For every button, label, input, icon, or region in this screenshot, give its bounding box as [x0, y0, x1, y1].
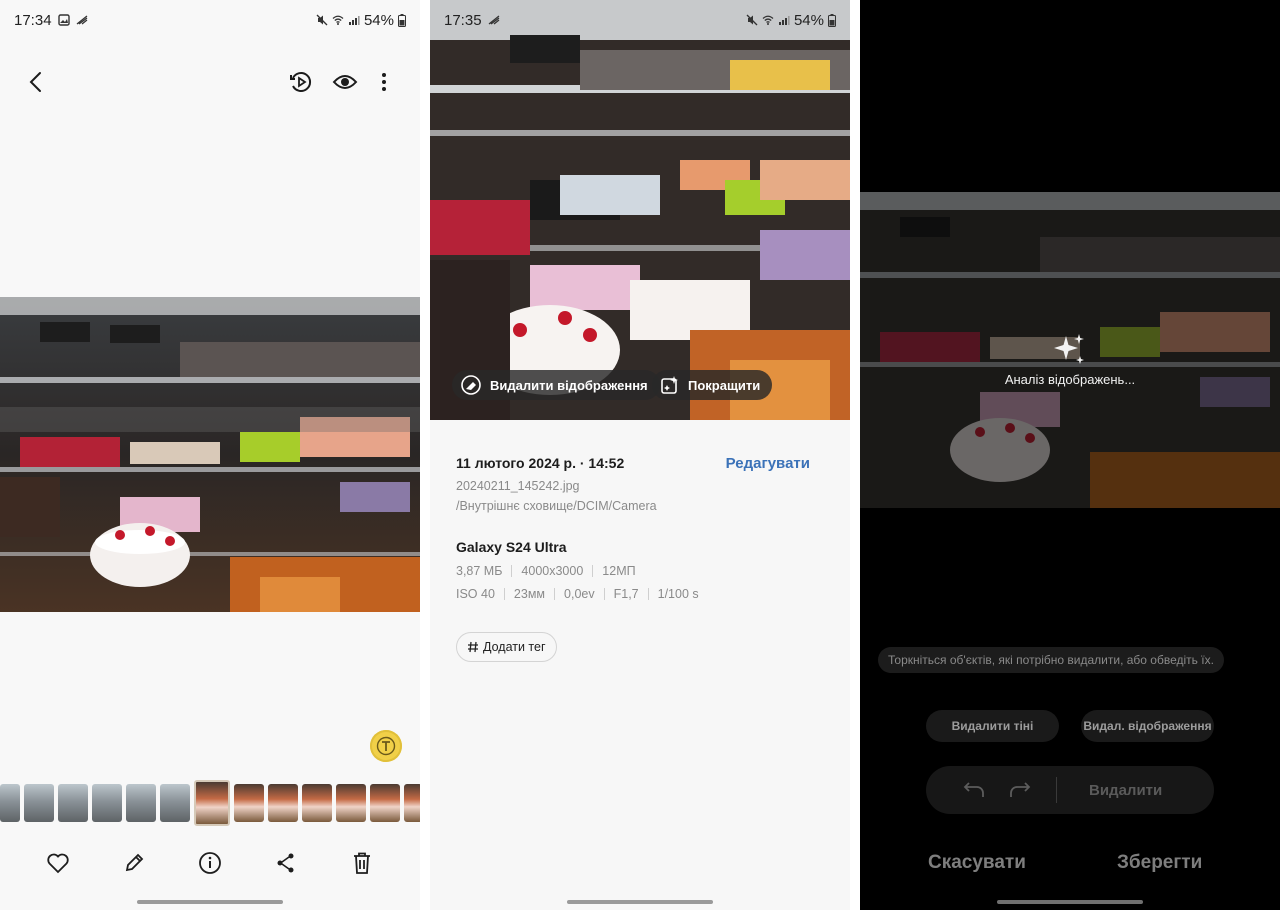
file-specs-row: 3,87 МБ 4000x3000 12МП: [456, 564, 810, 578]
eye-icon[interactable]: [329, 66, 361, 98]
file-name: 20240211_145242.jpg: [456, 479, 580, 493]
gallery-notification-icon: [57, 14, 70, 26]
wifi-icon: [332, 15, 344, 25]
home-indicator[interactable]: [567, 900, 713, 904]
eraser-icon: [461, 375, 481, 395]
divider: [850, 0, 860, 910]
home-indicator[interactable]: [997, 900, 1143, 904]
filmstrip-thumb[interactable]: [336, 784, 366, 822]
pencil-icon[interactable]: [118, 847, 150, 879]
filmstrip-thumb[interactable]: [302, 784, 332, 822]
more-icon[interactable]: [368, 66, 400, 98]
heart-icon[interactable]: [42, 847, 74, 879]
eraser-hint: Торкніться об'єктів, які потрібно видали…: [878, 647, 1224, 673]
eraser-toolbar: Видалити: [926, 766, 1214, 814]
data-notification-icon: [76, 15, 87, 25]
status-bar: 17:34 54%: [0, 0, 420, 40]
file-path: /Внутрішнє сховище/DCIM/Camera: [456, 499, 657, 513]
enhance-chip[interactable]: Покращити: [652, 370, 773, 400]
signal-icon: [778, 16, 790, 25]
bottom-action-bar: [0, 845, 420, 881]
back-icon[interactable]: [20, 66, 52, 98]
home-indicator[interactable]: [137, 900, 283, 904]
save-button[interactable]: Зберегти: [1117, 852, 1202, 874]
add-tag-button[interactable]: Додати тег: [456, 632, 557, 662]
resolution: 4000x3000: [521, 564, 584, 578]
wifi-icon: [762, 15, 774, 25]
device-name: Galaxy S24 Ultra: [456, 539, 567, 555]
enhance-label: Покращити: [688, 377, 761, 393]
gallery-viewer-panel: 17:34 54%: [0, 0, 420, 910]
filmstrip-thumb[interactable]: [24, 784, 54, 822]
delete-button[interactable]: Видалити: [1089, 782, 1162, 799]
filmstrip-thumb[interactable]: [58, 784, 88, 822]
cake-display-image: [430, 0, 850, 420]
remove-shadows-button[interactable]: Видалити тіні: [926, 710, 1059, 742]
analyzing-text: Аналіз відображень...: [1004, 372, 1136, 387]
cancel-button[interactable]: Скасувати: [928, 852, 1026, 874]
hashtag-icon: [468, 641, 478, 653]
battery-icon: [398, 13, 406, 27]
aperture: F1,7: [613, 587, 639, 601]
filmstrip-thumb[interactable]: [234, 784, 264, 822]
edit-details-link[interactable]: Редагувати: [726, 455, 810, 472]
object-eraser-panel: Аналіз відображень... Торкніться об'єкті…: [860, 0, 1280, 910]
motion-photo-icon[interactable]: [285, 66, 317, 98]
status-bar: 17:35 54%: [430, 0, 850, 40]
remove-reflection-chip[interactable]: Видалити відображення: [452, 370, 660, 400]
battery-percent: 54%: [363, 11, 394, 29]
status-time: 17:34: [14, 11, 52, 29]
divider: [420, 0, 430, 910]
exposure-value: 0,0ev: [564, 587, 595, 601]
data-notification-icon: [488, 15, 499, 25]
enhance-icon: [661, 376, 678, 394]
filmstrip[interactable]: [0, 780, 420, 828]
file-size: 3,87 МБ: [456, 564, 503, 578]
toolbar-divider: [1056, 777, 1057, 803]
filmstrip-thumb[interactable]: [160, 784, 190, 822]
cake-display-image: [0, 297, 420, 612]
exif-row: ISO 40 23мм 0,0ev F1,7 1/100 s: [456, 587, 810, 601]
filmstrip-thumb[interactable]: [126, 784, 156, 822]
iso: ISO 40: [456, 587, 495, 601]
battery-icon: [828, 13, 836, 27]
signal-icon: [348, 16, 360, 25]
filmstrip-thumb-selected[interactable]: [194, 780, 230, 826]
battery-percent: 54%: [793, 11, 824, 29]
mute-icon: [316, 14, 328, 26]
photo-details-panel: 17:35 54% Видалити відображення Покращит…: [430, 0, 850, 910]
trash-icon[interactable]: [346, 847, 378, 879]
shutter-speed: 1/100 s: [657, 587, 699, 601]
analyzing-indicator: Аналіз відображень...: [860, 332, 1280, 387]
filmstrip-thumb[interactable]: [404, 784, 420, 822]
mute-icon: [746, 14, 758, 26]
redo-icon[interactable]: [1004, 774, 1036, 806]
main-photo[interactable]: [0, 297, 420, 612]
photo-details: 11 лютого 2024 р. · 14:52 Редагувати 202…: [456, 455, 810, 601]
remove-reflection-label: Видалити відображення: [490, 377, 648, 393]
remove-reflections-button[interactable]: Видал. відображення: [1081, 710, 1214, 742]
share-icon[interactable]: [270, 847, 302, 879]
filmstrip-thumb[interactable]: [370, 784, 400, 822]
megapixels: 12МП: [602, 564, 636, 578]
filmstrip-thumb[interactable]: [268, 784, 298, 822]
filmstrip-thumb[interactable]: [92, 784, 122, 822]
info-icon[interactable]: [194, 847, 226, 879]
status-time: 17:35: [444, 11, 482, 29]
text-extract-icon[interactable]: [370, 730, 402, 762]
sparkle-icon: [1054, 334, 1084, 364]
filmstrip-thumb[interactable]: [0, 784, 20, 822]
focal-length: 23мм: [513, 587, 546, 601]
undo-icon[interactable]: [958, 774, 990, 806]
details-photo[interactable]: [430, 0, 850, 420]
add-tag-label: Додати тег: [483, 640, 546, 654]
